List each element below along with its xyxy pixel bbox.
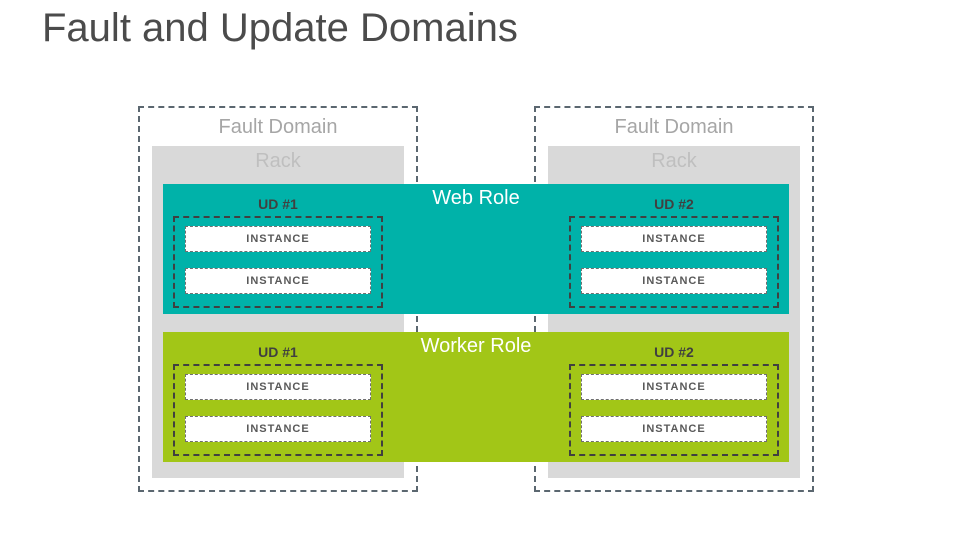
instance-box: INSTANCE [185, 374, 371, 400]
page-title: Fault and Update Domains [42, 6, 518, 51]
instance-box: INSTANCE [185, 268, 371, 294]
instance-box: INSTANCE [581, 226, 767, 252]
ud-label: UD #1 [258, 196, 298, 212]
instance-box: INSTANCE [185, 226, 371, 252]
instance-box: INSTANCE [185, 416, 371, 442]
instance-box: INSTANCE [581, 374, 767, 400]
web-role-label: Web Role [432, 187, 519, 210]
ud-label: UD #1 [258, 344, 298, 360]
ud-label: UD #2 [654, 196, 694, 212]
instance-box: INSTANCE [581, 268, 767, 294]
rack-label: Rack [548, 150, 800, 173]
ud-label: UD #2 [654, 344, 694, 360]
instance-box: INSTANCE [581, 416, 767, 442]
worker-role-label: Worker Role [421, 335, 532, 358]
rack-label: Rack [152, 150, 404, 173]
fault-domain-label: Fault Domain [536, 116, 812, 139]
fault-domain-label: Fault Domain [140, 116, 416, 139]
